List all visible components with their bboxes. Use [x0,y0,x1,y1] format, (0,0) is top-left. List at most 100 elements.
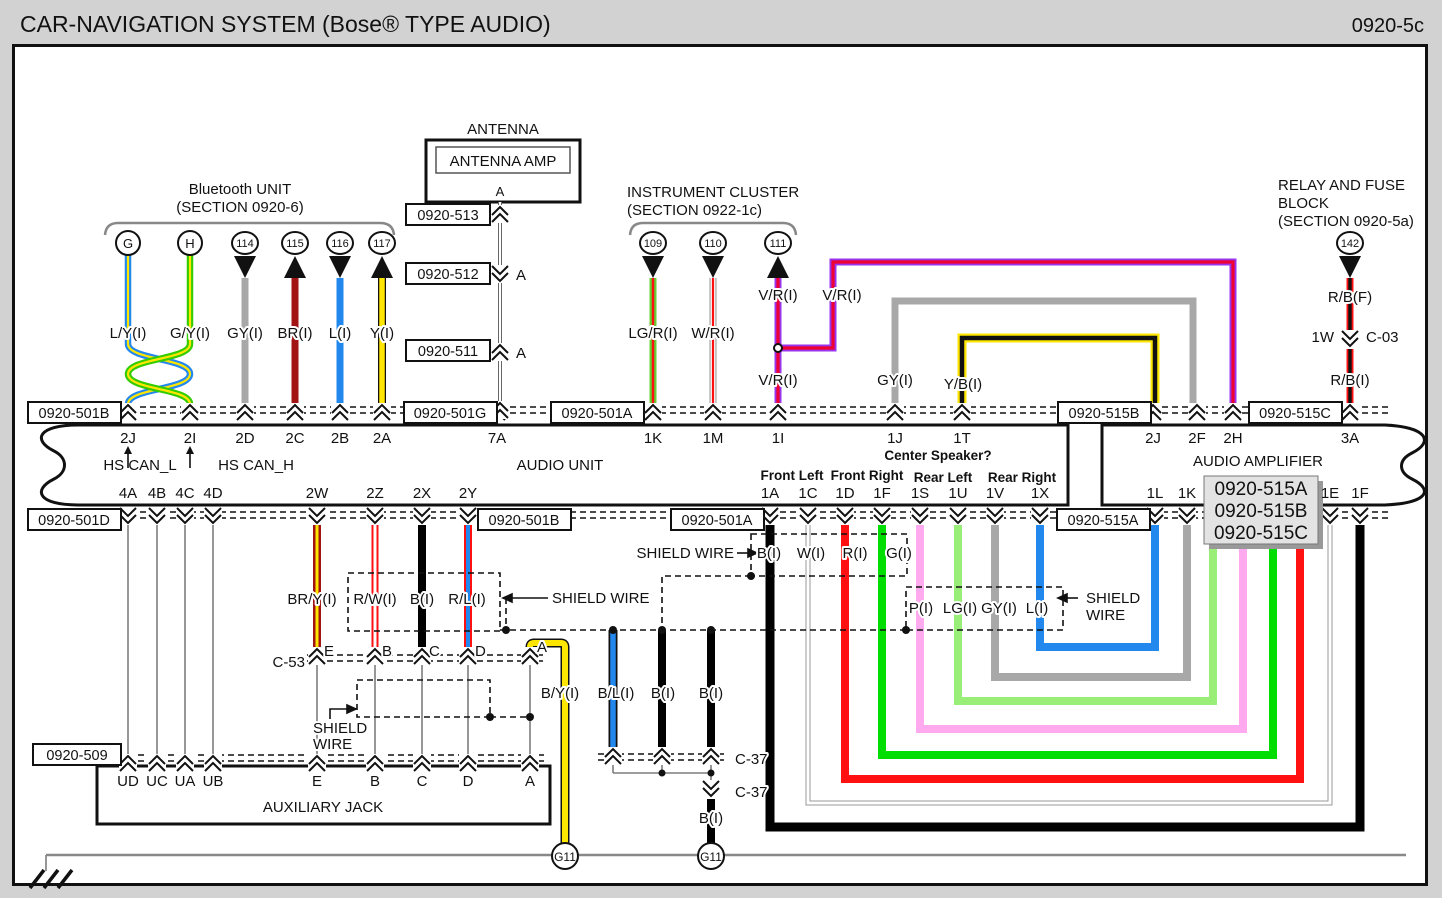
wire-label: B(I) [410,591,434,608]
ref-label: 0920-501A [562,406,633,422]
page-title: CAR-NAVIGATION SYSTEM (Bose® TYPE AUDIO) [20,11,551,37]
wire-label: R(I) [843,545,868,562]
pin-label: 1K [644,430,662,447]
pin-label: 2J [120,430,136,447]
ref-label: 0920-512 [417,267,478,283]
wire-label: L(I) [1026,600,1049,617]
wire-label: G/Y(I) [170,325,210,342]
relay-title: RELAY AND FUSE [1278,177,1405,194]
center-speaker-label: Center Speaker? [884,448,991,463]
inline-pin: A [516,345,526,362]
wire-label: L(I) [329,325,352,342]
speaker-group-label: Front Left [761,468,824,483]
pin-label: 1M [703,430,724,447]
wire-speaker-l [1040,520,1155,647]
connector-id: G [123,236,133,251]
pin-label: 1D [835,485,854,502]
pin-label: 2Z [366,485,384,502]
amplifier-name: AUDIO AMPLIFIER [1193,453,1323,470]
ref-label: 0920-501B [489,513,560,529]
wire-label: W/R(I) [691,325,734,342]
pin-label: UB [203,773,224,790]
wire-label: B(I) [699,810,723,827]
pin-label: 2B [331,430,349,447]
pin-label: UC [146,773,168,790]
pin-label: 1C [798,485,817,502]
pin-label: 2D [235,430,254,447]
connector-id: 116 [331,238,349,250]
pin-label: 1F [1351,485,1369,502]
wire-label: GY(I) [227,325,263,342]
antenna-amp-label: ANTENNA AMP [450,153,557,170]
pin-label: 1K [1178,485,1196,502]
pin-label: 2F [1188,430,1206,447]
shield-wire-label: SHIELD [1086,590,1140,607]
shield-wire-label: WIRE [313,736,352,753]
connector-label: C-37 [735,784,768,801]
pin-label: 1J [887,430,903,447]
wire-label: R/L(I) [448,591,486,608]
speaker-group-label: Rear Left [914,470,973,485]
pin-label: 2W [306,485,329,502]
antenna-title: ANTENNA [467,121,539,138]
pin-label: 1X [1031,485,1049,502]
pin-label: A [525,773,535,790]
stacked-ref: 0920-515A [1215,479,1308,500]
pin-label: 1T [953,430,971,447]
pin-label: 2X [413,485,431,502]
ground-id: G11 [700,850,722,864]
hs-can-l-label: HS CAN_L [103,457,176,474]
wire-label: R/B(I) [1330,372,1369,389]
wire-label: R/B(F) [1328,289,1372,306]
connector-id: H [185,236,194,251]
wire-label: Y(I) [370,325,394,342]
wire-label: Y/B(I) [944,376,982,393]
pin-label: 1L [1147,485,1164,502]
pin-label: C [417,773,428,790]
wire-label: P(I) [909,600,933,617]
wire-label: B/L(I) [598,685,635,702]
aux-jack-name: AUXILIARY JACK [263,799,383,816]
speaker-group-label: Front Right [831,468,904,483]
pin-label: B [370,773,380,790]
pin-label: 1U [948,485,967,502]
shield-wire-label: WIRE [1086,607,1125,624]
pin-label: B [382,643,392,660]
connector-label: C-37 [735,751,768,768]
speaker-group-label: Rear Right [988,470,1057,485]
wire-label: B/Y(I) [541,685,579,702]
inline-pin: A [516,267,526,284]
wire-label: V/R(I) [758,287,797,304]
wire-label: LG(I) [943,600,977,617]
wire-gy-loop [895,301,1193,415]
wire-label: V/R(I) [758,372,797,389]
ref-label: 0920-515B [1069,406,1140,422]
ref-label: 0920-515A [1068,513,1139,529]
connector-id: 142 [1341,238,1359,250]
stacked-ref: 0920-515C [1214,523,1308,544]
pin-label: E [312,773,322,790]
wiring-diagram: CAR-NAVIGATION SYSTEM (Bose® TYPE AUDIO)… [0,0,1442,898]
connector-id: 117 [373,238,391,250]
pin-label: 3A [1341,430,1359,447]
inline-connector-label: 1W [1312,329,1335,346]
inline-connector-label: C-03 [1366,329,1399,346]
doc-number: 0920-5c [1352,15,1424,37]
wire-label: GY(I) [981,600,1017,617]
header: CAR-NAVIGATION SYSTEM (Bose® TYPE AUDIO)… [20,11,1424,37]
pin-label: UD [117,773,139,790]
bluetooth-title: Bluetooth UNIT [189,181,292,198]
relay-title: BLOCK [1278,195,1329,212]
ref-label: 0920-501D [38,513,110,529]
ground-symbol-icon [30,870,72,888]
bluetooth-section: (SECTION 0920-6) [176,199,304,216]
connector-id: 109 [644,238,662,250]
ref-label: 0920-501B [39,406,110,422]
wire-label: L/Y(I) [110,325,147,342]
wire-label: B(I) [651,685,675,702]
wire-label: BR/Y(I) [287,591,336,608]
pin-label: 2J [1145,430,1161,447]
wire-label: BR(I) [278,325,313,342]
pin-label: 2A [373,430,391,447]
wire-label: W(I) [797,545,825,562]
